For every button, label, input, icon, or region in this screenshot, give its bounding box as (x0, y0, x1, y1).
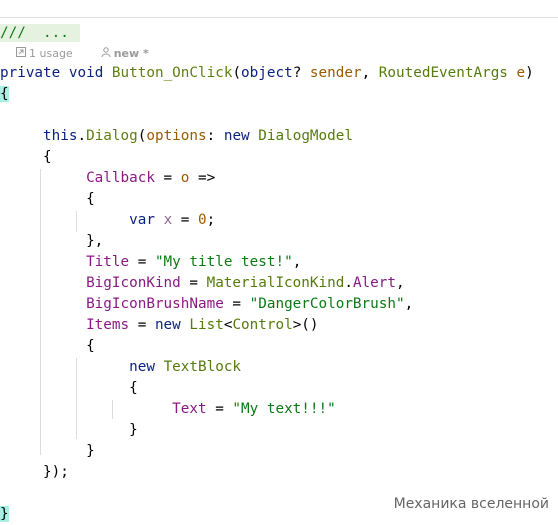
code-line[interactable]: }); (0, 462, 69, 483)
code-line[interactable]: this.Dialog(options: new DialogModel (0, 126, 353, 147)
code-line[interactable]: var x = 0; (0, 210, 215, 231)
code-line[interactable]: { (0, 147, 52, 168)
code-vision-hints: 1 usage new * (2, 46, 149, 62)
code-line[interactable]: BigIconKind = MaterialIconKind.Alert, (0, 273, 405, 294)
code-line[interactable]: Items = new List<Control>() (0, 315, 318, 336)
editor-top-border (0, 17, 558, 18)
usages-count[interactable]: 1 usage (29, 46, 73, 62)
author-status[interactable]: new * (114, 46, 149, 62)
code-line[interactable]: Text = "My text!!!" (0, 399, 336, 420)
code-line[interactable]: new TextBlock (0, 357, 241, 378)
code-line[interactable]: Callback = o => (0, 168, 215, 189)
matched-brace-open: { (0, 86, 9, 102)
code-line[interactable]: } (0, 504, 9, 525)
code-line[interactable]: } (0, 441, 95, 462)
code-line[interactable]: } (0, 420, 138, 441)
code-line[interactable]: BigIconBrushName = "DangerColorBrush", (0, 294, 413, 315)
watermark: Механика вселенной (393, 496, 549, 512)
code-line[interactable]: }, (0, 231, 103, 252)
code-line[interactable]: { (0, 84, 9, 105)
code-line[interactable]: { (0, 378, 138, 399)
code-line[interactable]: Title = "My title test!", (0, 252, 301, 273)
matched-brace-close: } (0, 506, 9, 522)
code-line[interactable]: { (0, 189, 95, 210)
code-line[interactable]: { (0, 336, 95, 357)
code-line[interactable]: private void Button_OnClick(object? send… (0, 63, 534, 84)
